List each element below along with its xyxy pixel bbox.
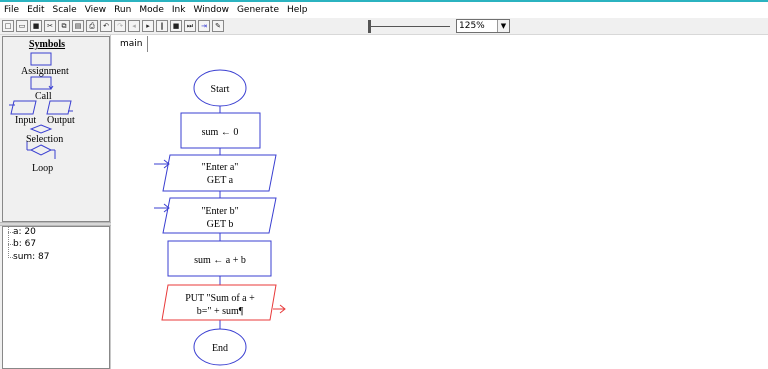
- input-b-prompt: "Enter b": [201, 206, 238, 217]
- menu-run[interactable]: Run: [110, 2, 135, 18]
- output-label: Output: [47, 115, 75, 126]
- loop-label: Loop: [32, 163, 54, 174]
- flowchart-canvas[interactable]: main Start sum ← 0 "Enter a" GET a "Ente…: [112, 35, 768, 369]
- menu-scale[interactable]: Scale: [49, 2, 81, 18]
- run-play-icon[interactable]: ▸: [142, 20, 154, 32]
- assignment-label: Assignment: [21, 66, 69, 77]
- step-into-icon[interactable]: ⇥: [198, 20, 210, 32]
- new-file-icon[interactable]: □: [2, 20, 14, 32]
- start-text: Start: [211, 84, 230, 95]
- flowchart-diagram: Start sum ← 0 "Enter a" GET a "Enter b" …: [154, 69, 286, 366]
- end-text: End: [212, 343, 228, 354]
- input-b-get: GET b: [207, 219, 234, 230]
- speed-slider-track[interactable]: [370, 26, 450, 27]
- menu-file[interactable]: File: [0, 2, 23, 18]
- menu-window[interactable]: Window: [189, 2, 233, 18]
- open-folder-icon[interactable]: ▭: [16, 20, 28, 32]
- output-line-1: PUT "Sum of a +: [185, 293, 255, 304]
- save-icon[interactable]: ■: [30, 20, 42, 32]
- undo-icon[interactable]: ↶: [100, 20, 112, 32]
- redo-icon[interactable]: ↷: [114, 20, 126, 32]
- variables-panel: a: 20 b: 67 sum: 87: [2, 226, 110, 369]
- cut-icon[interactable]: ✂: [44, 20, 56, 32]
- assignment-sum-zero-text: sum ← 0: [202, 127, 239, 138]
- assignment-symbol-icon[interactable]: [30, 52, 52, 66]
- input-label: Input: [15, 115, 37, 126]
- call-symbol-icon[interactable]: [30, 76, 52, 90]
- variable-item-b[interactable]: b: 67: [13, 239, 36, 249]
- call-label: Call: [35, 91, 52, 102]
- selection-label: Selection: [26, 134, 64, 145]
- step-icon[interactable]: ⏭: [184, 20, 196, 32]
- left-panel: Symbols Assignment Call Input Output Sel…: [0, 35, 111, 369]
- variable-item-sum[interactable]: sum: 87: [13, 252, 50, 262]
- paste-icon[interactable]: ▤: [72, 20, 84, 32]
- menu-mode[interactable]: Mode: [135, 2, 168, 18]
- input-symbol-icon[interactable]: [9, 100, 37, 115]
- speed-slider-thumb[interactable]: [368, 20, 371, 33]
- selection-symbol-icon[interactable]: [29, 124, 53, 134]
- menu-view[interactable]: View: [81, 2, 110, 18]
- output-symbol-icon[interactable]: [46, 100, 73, 115]
- menu-generate[interactable]: Generate: [233, 2, 283, 18]
- input-a-prompt: "Enter a": [202, 162, 239, 173]
- chevron-down-icon[interactable]: ▼: [497, 20, 509, 32]
- pause-icon[interactable]: ‖: [156, 20, 168, 32]
- input-a-get: GET a: [207, 175, 234, 186]
- print-icon[interactable]: ⎙: [86, 20, 98, 32]
- symbols-panel: Symbols Assignment Call Input Output Sel…: [2, 36, 110, 222]
- zoom-select[interactable]: 125% ▼: [456, 19, 510, 33]
- menu-edit[interactable]: Edit: [23, 2, 48, 18]
- copy-icon[interactable]: ⧉: [58, 20, 70, 32]
- menu-bar: File Edit Scale View Run Mode Ink Window…: [0, 2, 768, 18]
- menu-ink[interactable]: Ink: [168, 2, 190, 18]
- variable-item-a[interactable]: a: 20: [13, 227, 36, 237]
- pen-ink-icon[interactable]: ✎: [212, 20, 224, 32]
- output-line-2: b=" + sum¶: [197, 306, 244, 317]
- assignment-sum-add-text: sum ← a + b: [194, 255, 246, 266]
- step-back-icon[interactable]: ◂: [128, 20, 140, 32]
- menu-help[interactable]: Help: [283, 2, 312, 18]
- zoom-value: 125%: [459, 21, 485, 31]
- stop-icon[interactable]: ■: [170, 20, 182, 32]
- symbol-shapes: [9, 52, 73, 159]
